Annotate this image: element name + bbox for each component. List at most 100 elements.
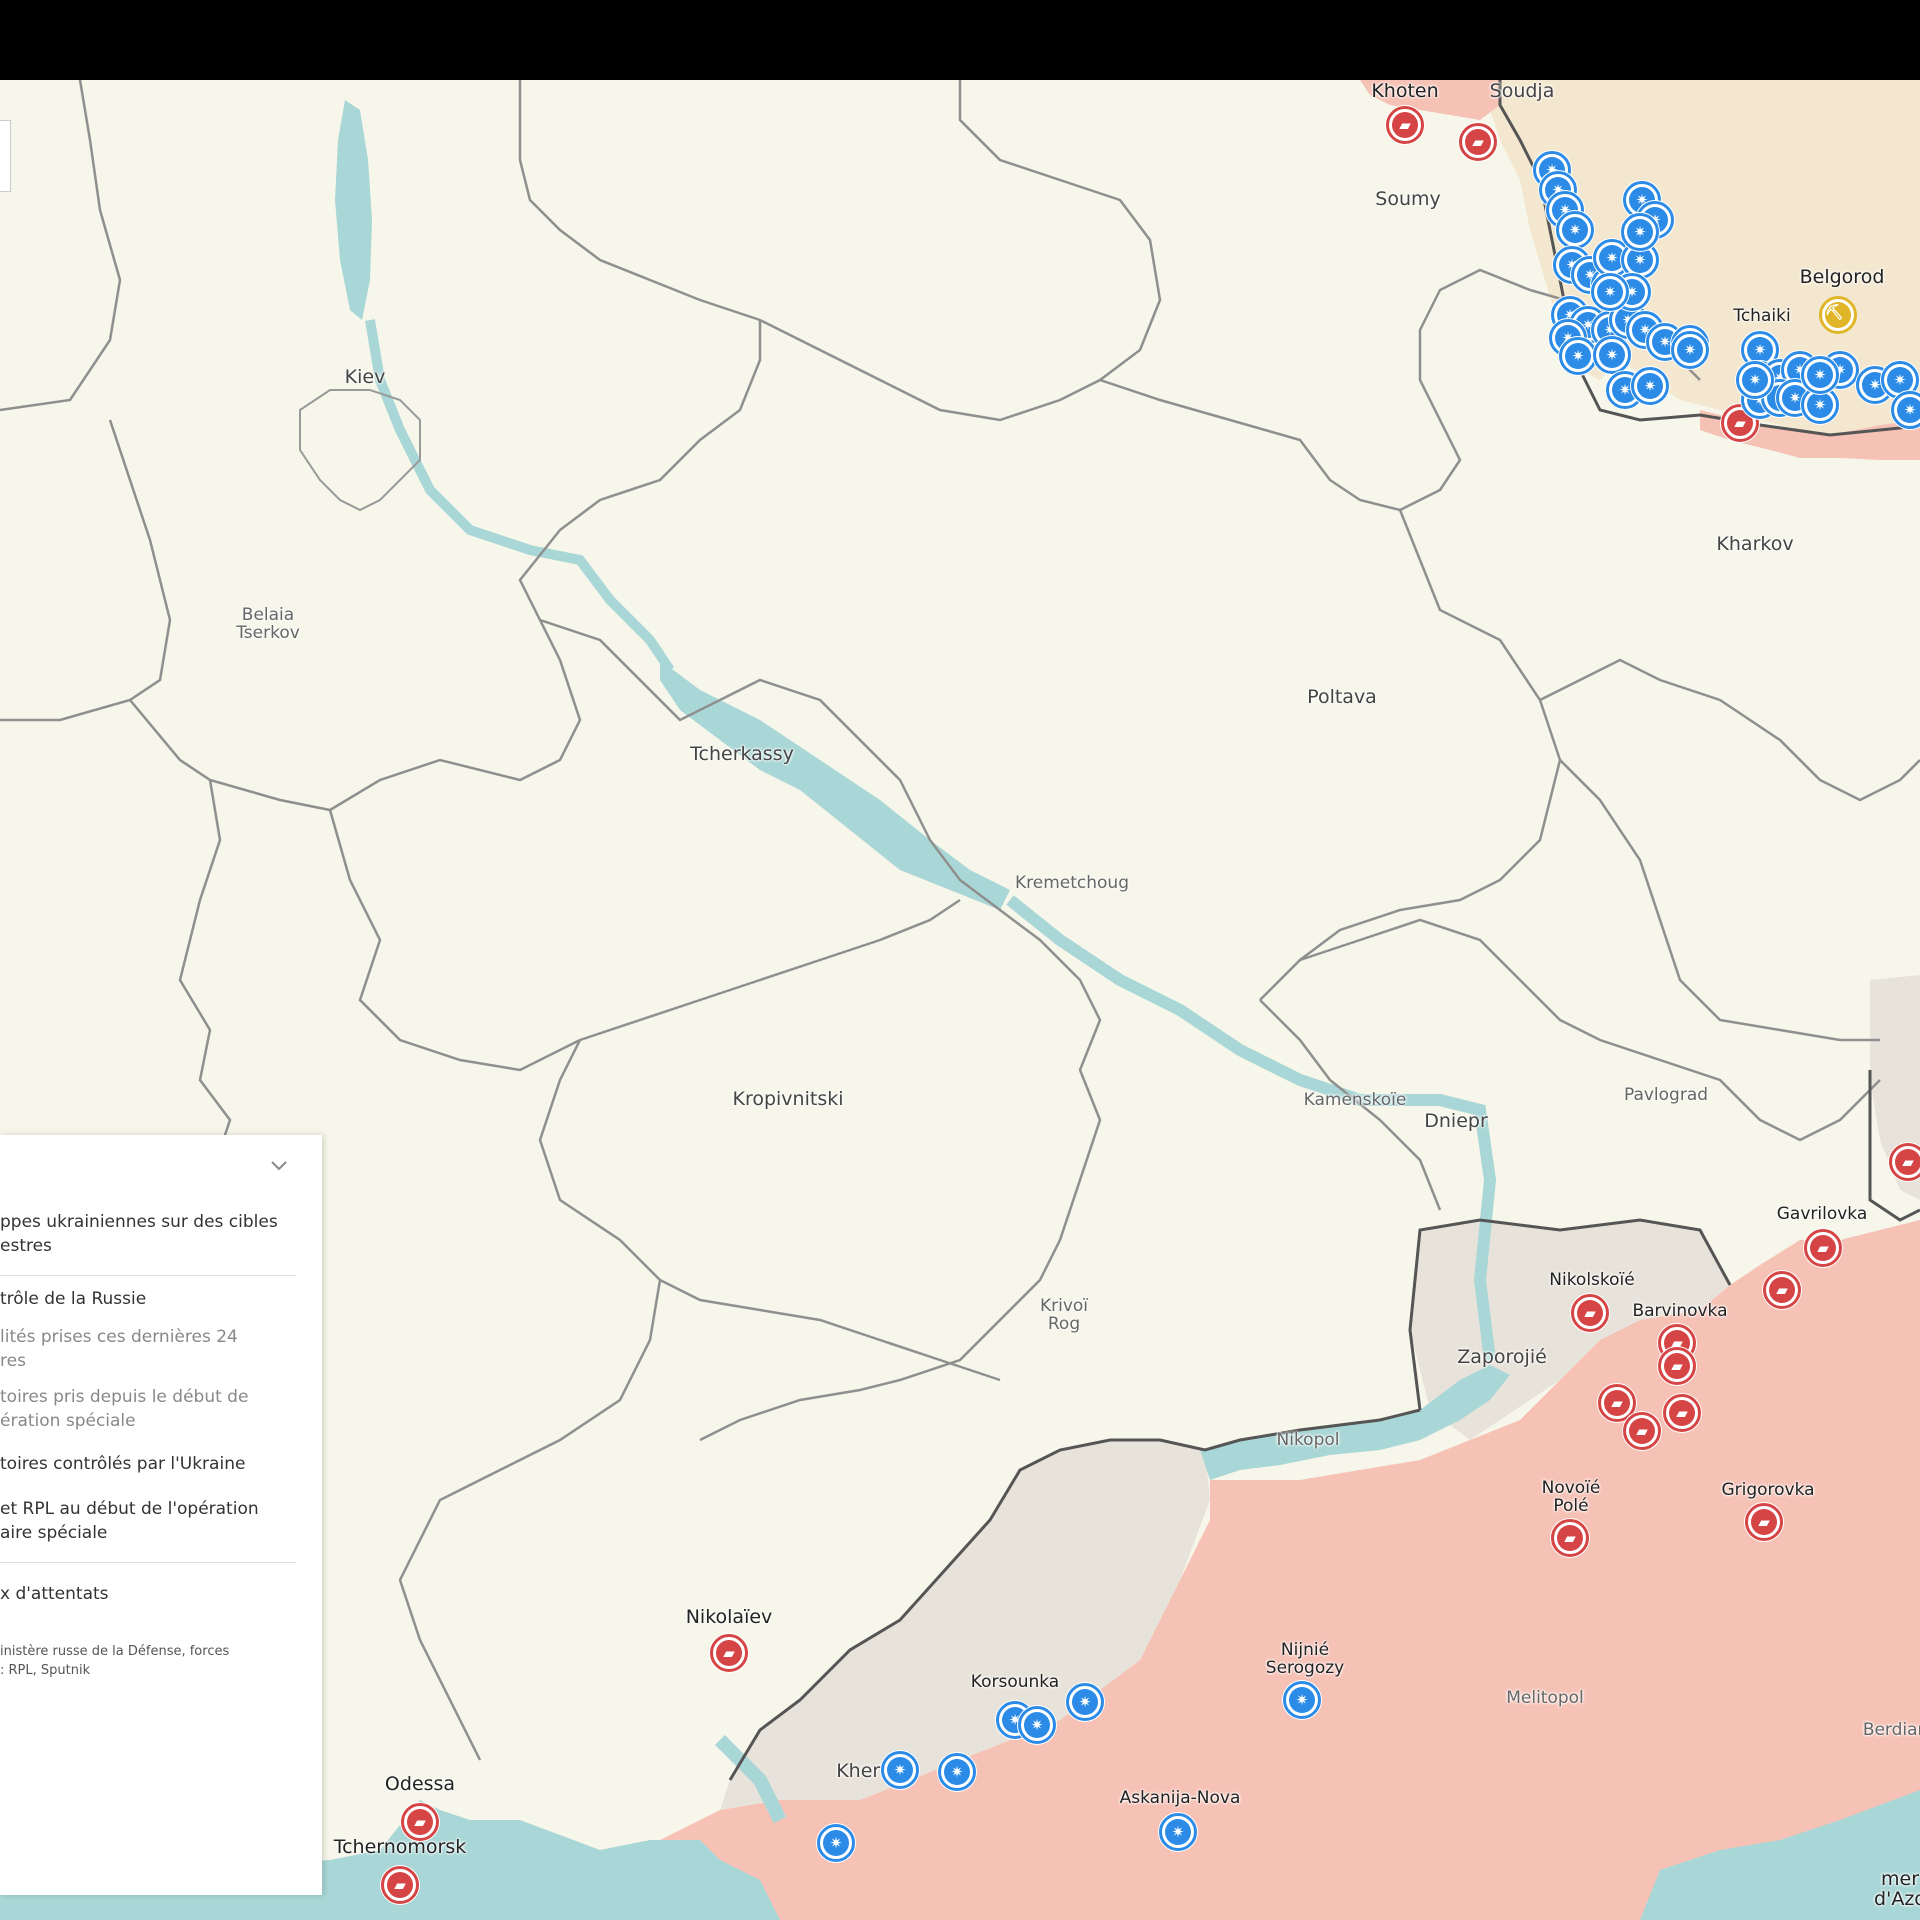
city-kiev: Kiev — [344, 366, 386, 388]
explosion-marker[interactable]: ✷ — [1018, 1706, 1056, 1744]
explosion-marker[interactable]: ✷ — [1631, 367, 1669, 405]
truck-marker[interactable]: ▰ — [1571, 1294, 1609, 1332]
explosion-icon: ✷ — [1643, 376, 1657, 395]
truck-icon: ▰ — [1902, 1152, 1914, 1171]
truck-icon: ▰ — [1472, 132, 1484, 151]
city-soumy: Soumy — [1375, 188, 1441, 210]
city-tchernomorsk: Tchernomorsk — [333, 1836, 467, 1858]
truck-icon: ▰ — [1611, 1393, 1623, 1412]
truck-marker[interactable]: ▰ — [401, 1803, 439, 1841]
city-kharkov: Kharkov — [1716, 533, 1794, 555]
explosion-marker[interactable]: ✷ — [1593, 336, 1631, 374]
explosion-icon: ✷ — [1618, 380, 1632, 399]
truck-icon: ▰ — [1734, 413, 1746, 432]
explosion-icon: ✷ — [1813, 365, 1827, 384]
truck-marker[interactable]: ▰ — [1551, 1519, 1589, 1557]
explosion-marker[interactable]: ✷ — [1801, 356, 1839, 394]
explosion-icon: ✷ — [1633, 250, 1647, 269]
kiev-city-outline — [299, 389, 421, 512]
explosion-marker[interactable]: ✷ — [1283, 1681, 1321, 1719]
city-gavrilovka: Gavrilovka — [1776, 1204, 1868, 1224]
city-barvinovka: Barvinovka — [1632, 1301, 1728, 1321]
legend-item-since-start[interactable]: toires pris depuis le début de ération s… — [0, 1385, 300, 1433]
explosion-icon: ✷ — [1813, 395, 1827, 414]
truck-marker[interactable]: ▰ — [1763, 1271, 1801, 1309]
explosion-marker[interactable]: ✷ — [817, 1824, 855, 1862]
explosion-icon: ✷ — [1658, 332, 1672, 351]
top-black-bar — [0, 0, 1920, 80]
truck-marker[interactable]: ▰ — [710, 1634, 748, 1672]
kiev-reservoir — [335, 100, 372, 320]
city-tchaiki: Tchaiki — [1733, 306, 1791, 326]
truck-marker[interactable]: ▰ — [1745, 1503, 1783, 1541]
truck-icon: ▰ — [1399, 115, 1411, 134]
truck-icon: ▰ — [1564, 1528, 1576, 1547]
truck-marker[interactable]: ▰ — [381, 1866, 419, 1904]
explosion-icon: ✷ — [1748, 370, 1762, 389]
city-odessa: Odessa — [384, 1773, 456, 1795]
pickaxe-icon: ⛏ — [1825, 303, 1845, 321]
explosion-icon: ✷ — [1753, 340, 1767, 359]
truck-icon: ▰ — [1671, 1356, 1683, 1375]
explosion-icon: ✷ — [1078, 1692, 1092, 1711]
truck-marker[interactable]: ▰ — [1386, 106, 1424, 144]
city-nikolaiev: Nikolaïev — [685, 1606, 773, 1628]
explosion-marker[interactable]: ✷ — [938, 1753, 976, 1791]
explosion-marker[interactable]: ✷ — [1559, 337, 1597, 375]
city-grigorovka: Grigorovka — [1721, 1480, 1815, 1500]
explosion-marker[interactable]: ✷ — [1556, 211, 1594, 249]
legend-panel: ppes ukrainiennes sur des cibles estres … — [0, 1135, 322, 1895]
pickaxe-marker[interactable]: ⛏ — [1819, 296, 1857, 334]
legend-item-strikes[interactable]: ppes ukrainiennes sur des cibles estres — [0, 1210, 300, 1258]
truck-icon: ▰ — [1776, 1280, 1788, 1299]
explosion-marker[interactable]: ✷ — [881, 1751, 919, 1789]
explosion-icon: ✷ — [1683, 340, 1697, 359]
explosion-marker[interactable]: ✷ — [1591, 273, 1629, 311]
legend-item-ukraine-control[interactable]: toires contrôlés par l'Ukraine — [0, 1452, 300, 1476]
city-nikopol: Nikopol — [1276, 1430, 1340, 1450]
explosion-marker[interactable]: ✷ — [1621, 213, 1659, 251]
truck-marker[interactable]: ▰ — [1663, 1394, 1701, 1432]
city-zaporojie: Zaporojié — [1457, 1346, 1547, 1368]
truck-icon: ▰ — [394, 1875, 406, 1894]
city-belaia-tserkov: Belaia Tserkov — [236, 605, 300, 643]
truck-icon: ▰ — [1636, 1421, 1648, 1440]
explosion-icon: ✷ — [1030, 1715, 1044, 1734]
explosion-marker[interactable]: ✷ — [1066, 1683, 1104, 1721]
legend-divider — [0, 1562, 296, 1563]
truck-marker[interactable]: ▰ — [1658, 1347, 1696, 1385]
explosion-marker[interactable]: ✷ — [1159, 1813, 1197, 1851]
explosion-icon: ✷ — [1568, 220, 1582, 239]
explosion-icon: ✷ — [1893, 370, 1907, 389]
city-korsounka: Korsounka — [970, 1672, 1060, 1692]
truck-marker[interactable]: ▰ — [1889, 1143, 1920, 1181]
city-kremetchoug: Kremetchoug — [1015, 873, 1129, 893]
city-berdiansk: Berdians — [1862, 1720, 1920, 1740]
explosion-icon: ✷ — [1788, 388, 1802, 407]
explosion-icon: ✷ — [829, 1833, 843, 1852]
explosion-icon: ✷ — [1868, 375, 1882, 394]
city-khoten: Khoten — [1371, 80, 1439, 102]
legend-source: inistère russe de la Défense, forces : R… — [0, 1644, 230, 1678]
truck-marker[interactable]: ▰ — [1459, 123, 1497, 161]
explosion-marker[interactable]: ✷ — [1736, 361, 1774, 399]
legend-item-rpl[interactable]: et RPL au début de l'opération aire spéc… — [0, 1497, 300, 1545]
city-nikolskoie: Nikolskoïé — [1549, 1270, 1635, 1290]
city-soudja: Soudja — [1489, 80, 1555, 102]
legend-item-russia-control[interactable]: trôle de la Russie — [0, 1287, 300, 1311]
explosion-icon: ✷ — [1603, 282, 1617, 301]
city-melitopol: Melitopol — [1506, 1688, 1584, 1708]
panel-toggle-tab[interactable] — [0, 120, 11, 192]
chevron-down-icon[interactable] — [270, 1159, 288, 1173]
truck-marker[interactable]: ▰ — [1623, 1412, 1661, 1450]
truck-marker[interactable]: ▰ — [1804, 1229, 1842, 1267]
city-krivoi-rog: Krivoï Rog — [1039, 1296, 1089, 1334]
city-kropivnitski: Kropivnitski — [732, 1088, 844, 1110]
city-poltava: Poltava — [1307, 686, 1377, 708]
kremenchuk-reservoir — [660, 660, 1010, 910]
explosion-icon: ✷ — [1633, 222, 1647, 241]
explosion-marker[interactable]: ✷ — [1671, 331, 1709, 369]
legend-item-attacks[interactable]: x d'attentats — [0, 1582, 300, 1606]
legend-item-last24[interactable]: lités prises ces dernières 24 res — [0, 1325, 300, 1373]
city-kamenskoie: Kamenskoïe — [1303, 1090, 1407, 1110]
